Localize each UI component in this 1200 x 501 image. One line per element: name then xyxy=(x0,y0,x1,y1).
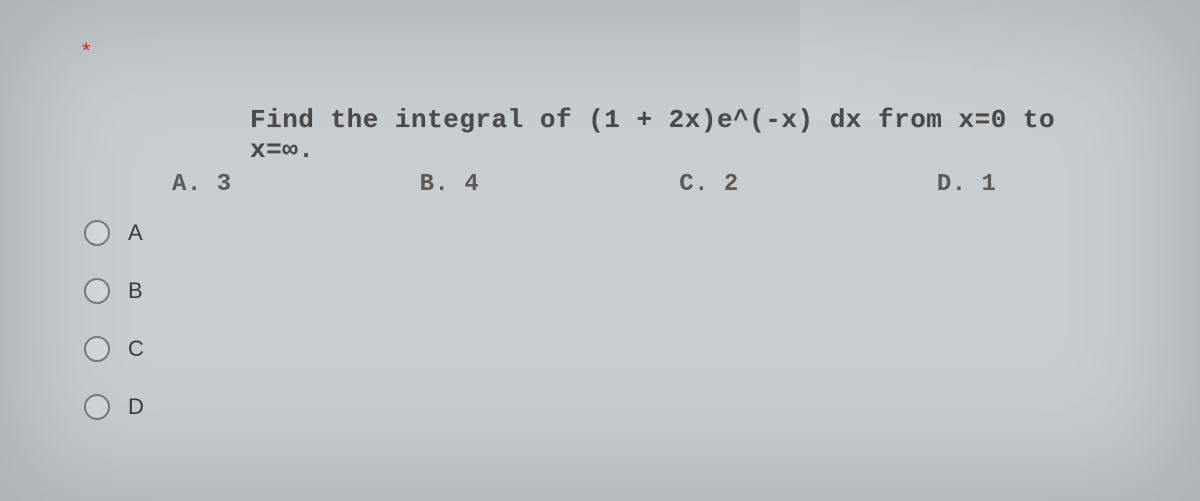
question-text: Find the integral of (1 + 2x)e^(-x) dx f… xyxy=(250,105,1120,165)
inline-choice-c: C. 2 xyxy=(679,171,739,198)
inline-choice-b: B. 4 xyxy=(420,171,480,198)
option-d[interactable]: D xyxy=(84,394,144,420)
option-a[interactable]: A xyxy=(84,220,144,246)
screen-vignette xyxy=(0,0,1200,501)
radio-icon[interactable] xyxy=(84,394,110,420)
inline-choice-d: D. 1 xyxy=(937,171,997,198)
answer-options: A B C D xyxy=(84,220,144,420)
option-c[interactable]: C xyxy=(84,336,144,362)
screen-reflection xyxy=(800,0,1200,120)
inline-choice-a: A. 3 xyxy=(172,171,232,198)
option-b[interactable]: B xyxy=(84,278,144,304)
option-label: D xyxy=(128,394,144,420)
inline-choices-row: A. 3 B. 4 C. 2 D. 1 xyxy=(160,171,1120,198)
required-asterisk: * xyxy=(82,38,91,64)
option-label: B xyxy=(128,278,143,304)
radio-icon[interactable] xyxy=(84,336,110,362)
radio-icon[interactable] xyxy=(84,278,110,304)
question-block: Find the integral of (1 + 2x)e^(-x) dx f… xyxy=(160,105,1120,198)
option-label: C xyxy=(128,336,144,362)
radio-icon[interactable] xyxy=(84,220,110,246)
option-label: A xyxy=(128,220,143,246)
